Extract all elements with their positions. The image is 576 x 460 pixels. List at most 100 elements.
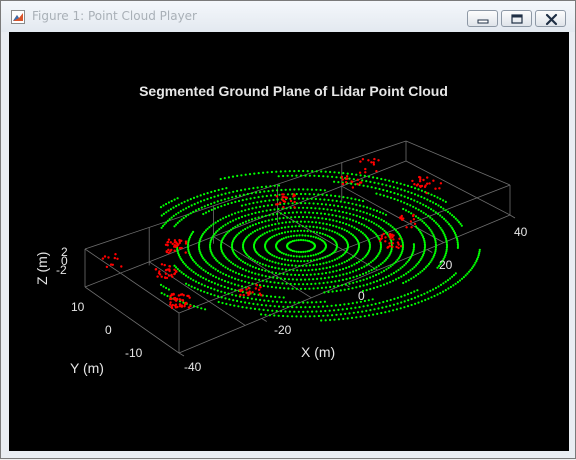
ground-point xyxy=(232,190,235,193)
ground-point xyxy=(343,228,346,231)
ground-point xyxy=(348,271,352,274)
ground-point xyxy=(356,311,360,314)
ground-point xyxy=(322,281,325,285)
ground-point xyxy=(312,254,315,257)
obstacle-point xyxy=(292,193,295,196)
ground-point xyxy=(355,173,358,176)
ground-point xyxy=(274,228,277,231)
ground-point xyxy=(317,305,320,308)
ground-point xyxy=(317,174,320,178)
ground-point xyxy=(375,192,378,195)
ground-point xyxy=(246,263,249,266)
ground-point xyxy=(220,199,223,202)
ground-point xyxy=(452,284,455,287)
ground-point xyxy=(182,261,185,264)
ground-point xyxy=(315,231,319,234)
ground-point xyxy=(328,260,331,263)
ground-point xyxy=(410,291,413,294)
ground-point xyxy=(416,200,419,203)
ground-point xyxy=(348,224,351,227)
ground-point xyxy=(442,290,445,293)
ground-point xyxy=(271,260,274,263)
ground-point xyxy=(266,258,269,261)
ground-point xyxy=(275,256,278,259)
ground-point xyxy=(269,304,272,307)
ground-point xyxy=(172,214,175,217)
ground-point xyxy=(436,293,439,296)
obstacle-point xyxy=(164,272,168,275)
ground-point xyxy=(223,291,226,294)
ground-point xyxy=(284,226,287,229)
ground-point xyxy=(292,220,295,223)
ground-point xyxy=(160,226,163,229)
obstacle-point xyxy=(428,182,431,185)
point-cloud-plot[interactable] xyxy=(1,1,576,460)
ground-point xyxy=(394,260,398,263)
ground-point xyxy=(323,212,326,215)
obstacle-point xyxy=(258,292,262,295)
ground-point xyxy=(253,172,256,175)
ground-point xyxy=(296,269,299,272)
ground-point xyxy=(427,214,430,217)
ground-point xyxy=(446,221,449,224)
ground-point xyxy=(182,208,185,211)
ground-point xyxy=(454,282,457,285)
ground-point xyxy=(372,313,375,316)
ground-point xyxy=(477,254,480,257)
ground-point xyxy=(413,199,416,202)
ground-point xyxy=(345,230,349,233)
ground-point xyxy=(237,284,240,287)
ground-point xyxy=(263,257,266,260)
ground-point xyxy=(345,278,348,281)
obstacle-point xyxy=(405,226,408,229)
ground-point xyxy=(304,234,307,237)
ground-point xyxy=(386,189,389,193)
ground-point xyxy=(234,218,237,221)
ground-point xyxy=(238,194,241,197)
ground-point xyxy=(261,279,264,282)
ground-point xyxy=(204,211,208,214)
ground-point xyxy=(224,273,228,277)
ground-point xyxy=(249,264,252,267)
ground-point xyxy=(374,187,377,190)
ground-point xyxy=(394,278,398,281)
ground-point xyxy=(308,264,311,267)
obstacle-point xyxy=(281,196,284,199)
ground-point xyxy=(445,250,448,253)
ground-point xyxy=(410,277,413,280)
ground-point xyxy=(342,216,345,219)
ground-point xyxy=(383,229,386,232)
ground-point xyxy=(351,234,355,237)
ground-point xyxy=(331,275,334,278)
obstacle-point xyxy=(293,200,296,204)
ground-point xyxy=(170,216,173,219)
ground-point xyxy=(348,177,351,180)
ground-point xyxy=(178,220,181,223)
ground-point xyxy=(277,227,280,230)
ground-point xyxy=(269,208,272,212)
ground-point xyxy=(262,205,265,208)
ground-point xyxy=(240,285,244,288)
ground-point xyxy=(210,287,213,290)
ground-point xyxy=(382,220,386,223)
ground-point xyxy=(255,206,258,209)
ground-point xyxy=(261,268,264,271)
ground-point xyxy=(209,293,213,296)
ground-point xyxy=(187,205,190,208)
ground-point xyxy=(272,276,275,279)
ground-point xyxy=(379,193,382,196)
ground-point xyxy=(247,213,250,216)
ground-point xyxy=(329,318,332,322)
ground-point xyxy=(329,285,332,289)
x-tick: -40 xyxy=(184,360,202,374)
ground-point xyxy=(247,276,250,279)
obstacle-point xyxy=(419,178,422,181)
ground-point xyxy=(389,224,392,227)
ground-point xyxy=(343,288,346,291)
ground-point xyxy=(407,270,410,274)
ground-point xyxy=(352,281,355,284)
ground-point xyxy=(297,169,300,173)
ground-point xyxy=(199,200,202,203)
ground-point xyxy=(310,197,313,200)
ground-point xyxy=(261,274,264,277)
